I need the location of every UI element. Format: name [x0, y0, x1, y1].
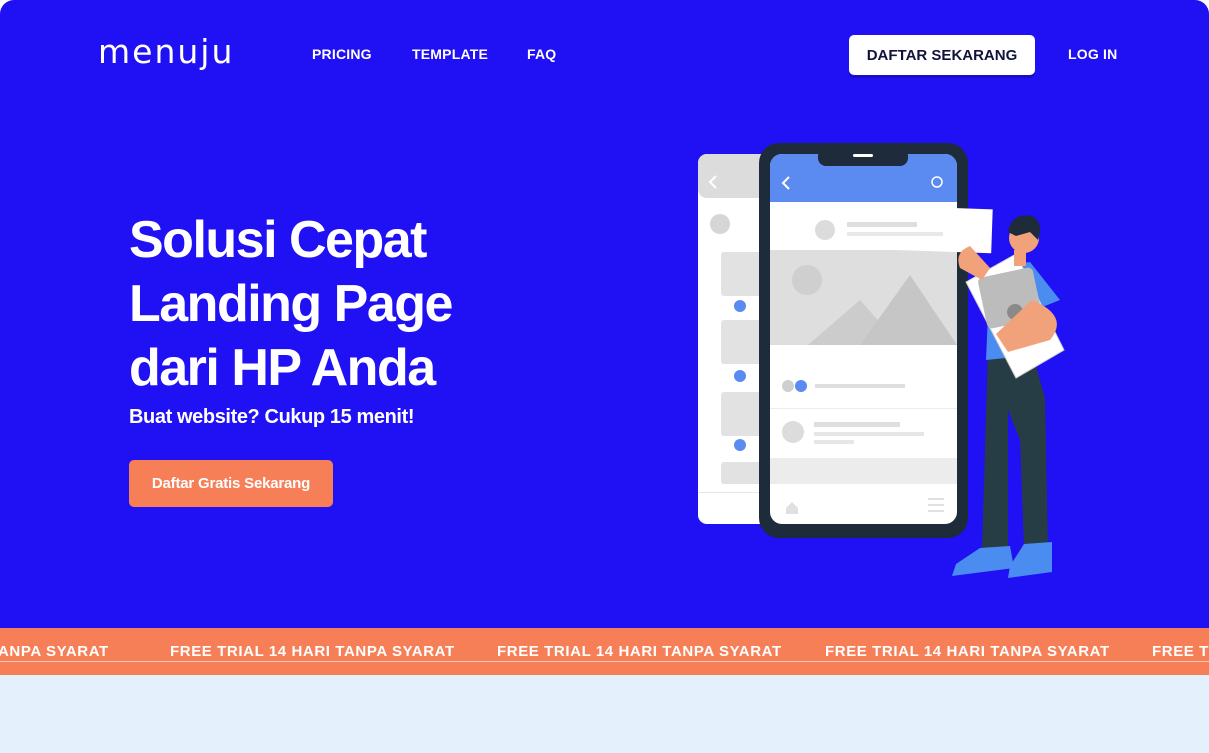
nav-template[interactable]: TEMPLATE — [412, 46, 488, 62]
hero-section: menuju PRICING TEMPLATE FAQ DAFTAR SEKAR… — [0, 0, 1209, 628]
person-figure — [952, 215, 1065, 578]
headline-line-1: Solusi Cepat — [129, 211, 427, 269]
promo-ticker: ANPA SYARAT FREE TRIAL 14 HARI TANPA SYA… — [0, 628, 1209, 675]
hero-subheadline: Buat website? Cukup 15 menit! — [129, 406, 415, 428]
floating-card — [801, 202, 993, 254]
login-link[interactable]: LOG IN — [1068, 46, 1117, 62]
ticker-item: FREE TR — [1152, 643, 1209, 660]
headline-line-2: Landing Page — [129, 275, 453, 333]
page-frame: menuju PRICING TEMPLATE FAQ DAFTAR SEKAR… — [0, 0, 1209, 753]
brand-logo[interactable]: menuju — [98, 32, 234, 71]
ticker-item: FREE TRIAL 14 HARI TANPA SYARAT — [497, 643, 782, 660]
free-signup-button[interactable]: Daftar Gratis Sekarang — [129, 460, 333, 507]
front-phone — [759, 143, 968, 538]
signup-button[interactable]: DAFTAR SEKARANG — [849, 35, 1035, 75]
ticker-divider — [0, 661, 1209, 662]
phone-illustration — [698, 143, 1065, 578]
nav-faq[interactable]: FAQ — [527, 46, 556, 62]
ticker-item: FREE TRIAL 14 HARI TANPA SYARAT — [170, 643, 455, 660]
hero-headline: Solusi Cepat Landing Page dari HP Anda — [129, 208, 489, 400]
ticker-item: FREE TRIAL 14 HARI TANPA SYARAT — [825, 643, 1110, 660]
ticker-item: ANPA SYARAT — [0, 643, 109, 660]
headline-line-3: dari HP Anda — [129, 339, 436, 397]
nav-pricing[interactable]: PRICING — [312, 46, 372, 62]
